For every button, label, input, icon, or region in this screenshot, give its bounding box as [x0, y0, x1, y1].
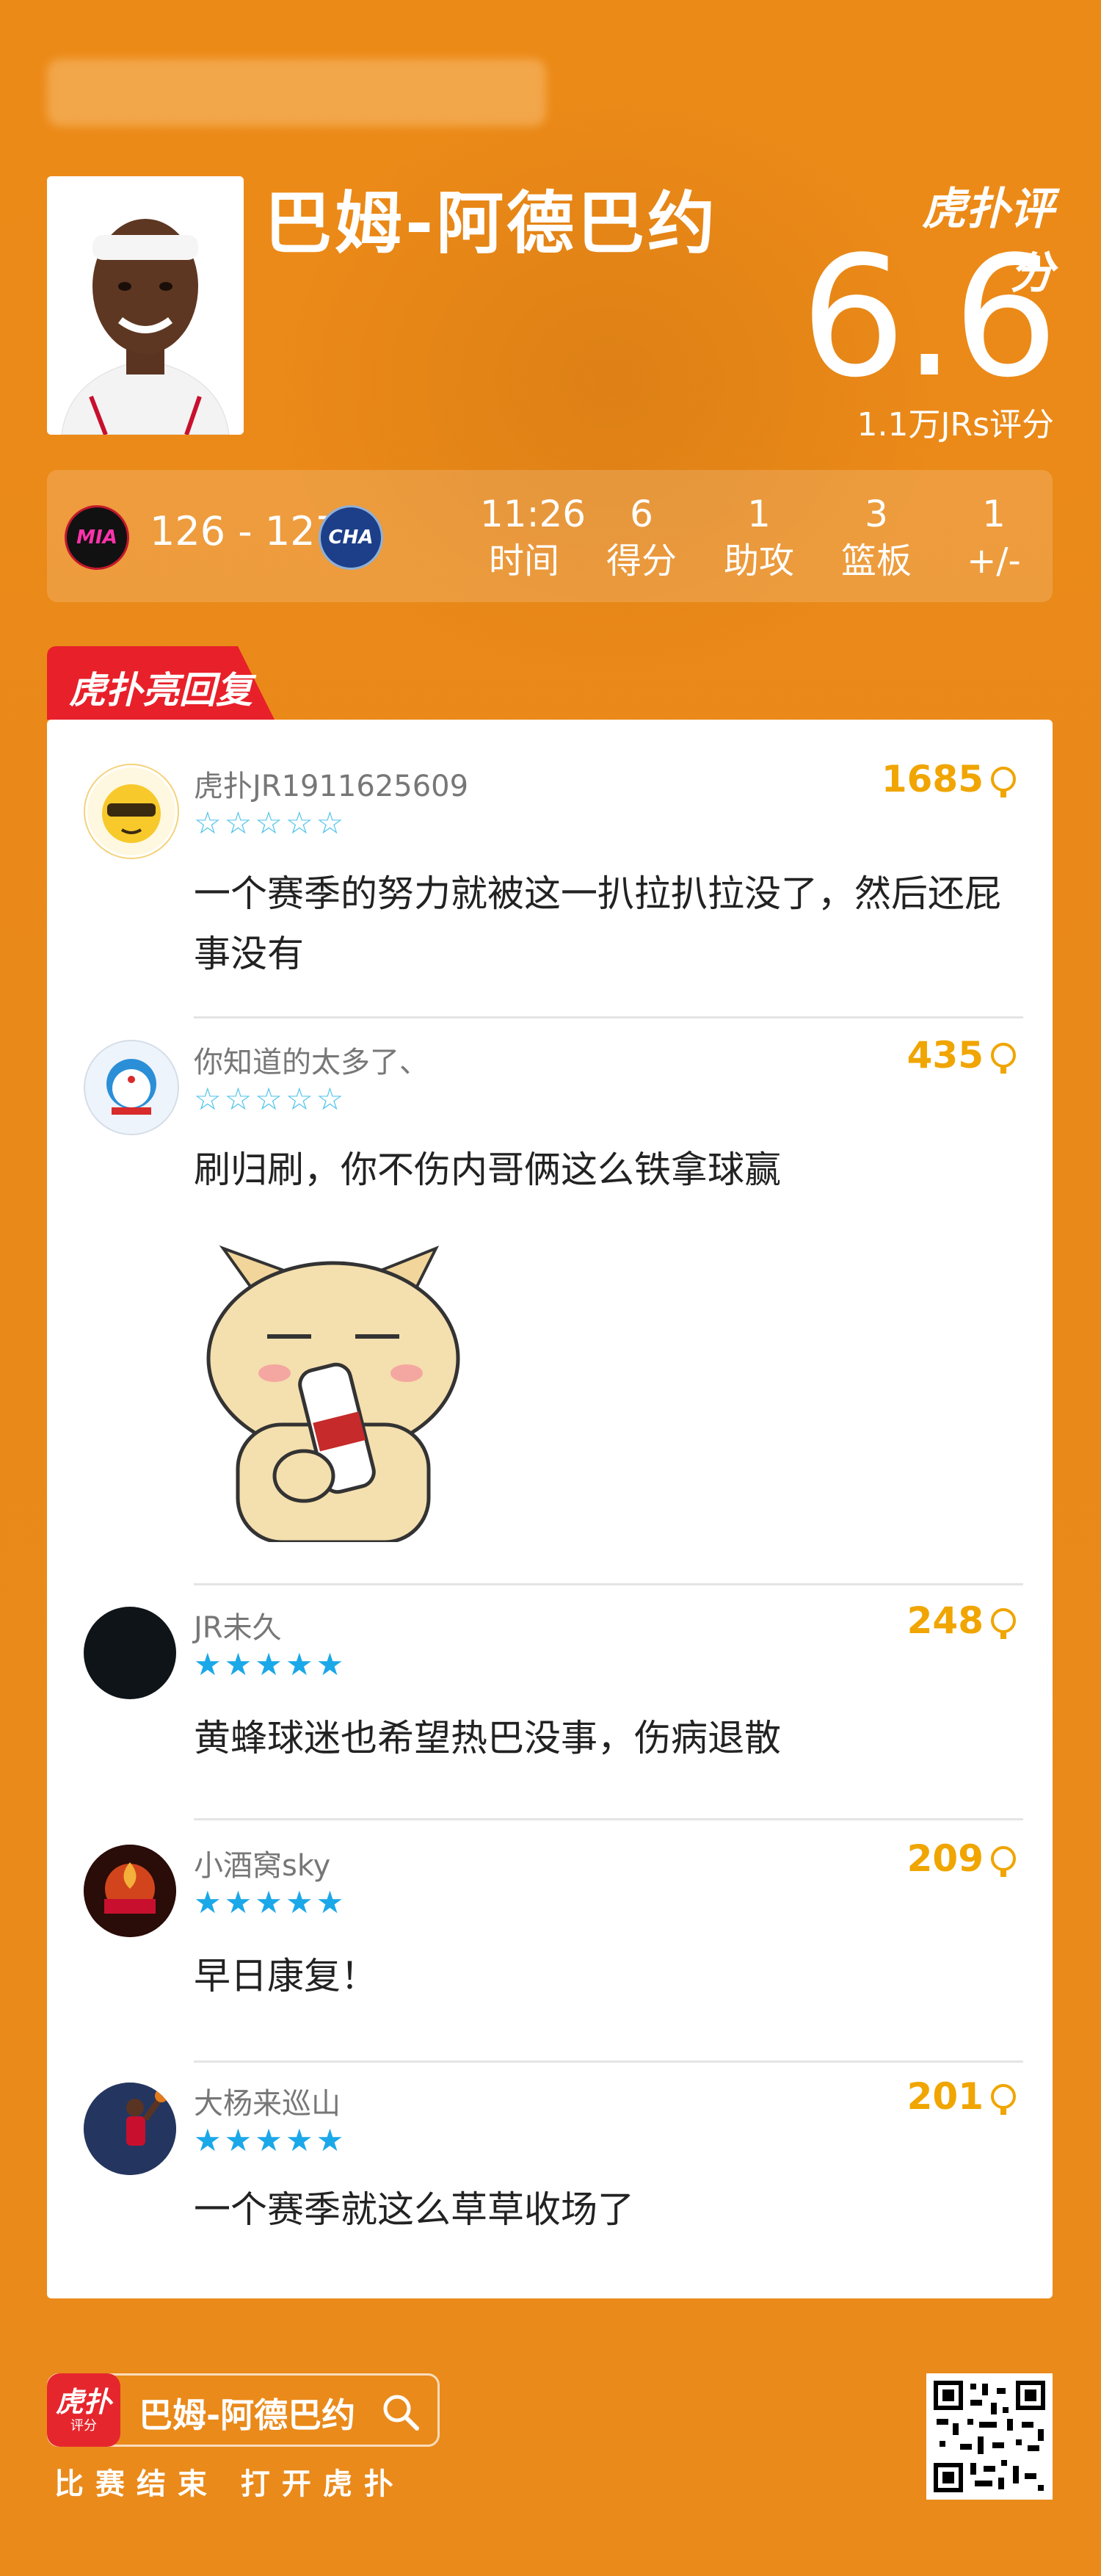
game-stats-bar: MIA 126 - 127 CHA 11:26 时间 6 得分 1 助攻 3 篮…: [47, 470, 1053, 602]
like-count[interactable]: 1685: [882, 758, 1016, 800]
lightbulb-icon: [991, 1608, 1016, 1639]
lightbulb-icon: [991, 767, 1016, 797]
sunglasses-cat-avatar[interactable]: [84, 764, 179, 859]
lightbulb-icon: [991, 1043, 1016, 1074]
doraemon-avatar[interactable]: [84, 1040, 179, 1135]
comment-username[interactable]: 虎扑JR1911625609: [194, 762, 468, 805]
stat-plus-minus: 1 +/-: [967, 493, 1021, 582]
comment-text: 一个赛季的努力就被这一扒拉扒拉没了，然后还屁事没有: [194, 872, 1001, 975]
user-rating-stars: ☆☆☆☆☆: [194, 1081, 347, 1117]
comment-username[interactable]: JR未久: [194, 1604, 282, 1646]
comment-item[interactable]: 你知道的太多了、 ☆☆☆☆☆ 435 刷归刷，你不伤内哥俩这么铁拿球赢: [47, 1021, 1053, 1586]
user-rating-stars: ★★★★★: [194, 2122, 347, 2158]
like-count[interactable]: 248: [907, 1599, 1016, 1642]
like-count[interactable]: 209: [907, 1837, 1016, 1880]
heat-logo-avatar[interactable]: [84, 1845, 176, 1937]
rating-count: 1.1万JRs评分: [857, 406, 1054, 444]
divider: [194, 1016, 1023, 1019]
comment-text: 刷归刷，你不伤内哥俩这么铁拿球赢: [194, 1148, 781, 1191]
divider: [194, 1583, 1023, 1585]
dark-avatar[interactable]: [84, 1607, 176, 1699]
comment-text: 一个赛季就这么草草收场了: [194, 2188, 634, 2231]
hupu-app-logo[interactable]: 虎扑 评分: [47, 2373, 120, 2447]
divider: [194, 1818, 1023, 1820]
player-photo: [47, 176, 244, 435]
comments-card: 虎扑JR1911625609 ☆☆☆☆☆ 1685 一个赛季的努力就被这一扒拉扒…: [47, 720, 1053, 2298]
like-count[interactable]: 435: [907, 1034, 1016, 1077]
comment-item[interactable]: 小酒窝sky ★★★★★ 209 早日康复！: [47, 1824, 1053, 2066]
lightbulb-icon: [991, 2084, 1016, 2115]
stat-points: 6 得分: [606, 493, 677, 582]
user-rating-stars: ★★★★★: [194, 1646, 347, 1682]
lightbulb-icon: [991, 1846, 1016, 1877]
hornets-team-logo: CHA: [319, 505, 383, 570]
highlight-replies-badge: 虎扑亮回复: [47, 646, 275, 720]
user-rating-stars: ★★★★★: [194, 1884, 347, 1920]
qr-code[interactable]: [926, 2373, 1053, 2500]
heat-team-logo: MIA: [65, 505, 129, 570]
comment-item[interactable]: JR未久 ★★★★★ 248 黄蜂球迷也希望热巴没事，伤病退散: [47, 1586, 1053, 1828]
comment-item[interactable]: 大杨来巡山 ★★★★★ 201 一个赛季就这么草草收场了: [47, 2062, 1053, 2298]
comment-username[interactable]: 小酒窝sky: [194, 1842, 330, 1884]
basketball-player-avatar[interactable]: [84, 2083, 176, 2175]
badge-label: 虎扑亮回复: [69, 669, 252, 712]
search-icon[interactable]: [379, 2390, 423, 2434]
comment-text: 黄蜂球迷也希望热巴没事，伤病退散: [194, 1717, 781, 1759]
user-rating-stars: ☆☆☆☆☆: [194, 805, 347, 841]
stat-assists: 1 助攻: [723, 493, 794, 582]
comment-username[interactable]: 你知道的太多了、: [194, 1038, 429, 1081]
stat-rebounds: 3 篮板: [840, 493, 912, 582]
footer-caption: 比赛结束 打开虎扑: [54, 2467, 405, 2501]
comment-username[interactable]: 大杨来巡山: [194, 2080, 341, 2122]
footer-search-text: 巴姆-阿德巴约: [139, 2395, 356, 2435]
comment-item[interactable]: 虎扑JR1911625609 ☆☆☆☆☆ 1685 一个赛季的努力就被这一扒拉扒…: [47, 720, 1053, 1019]
shiba-dog-drinking-sticker[interactable]: [194, 1234, 487, 1544]
rating-score: 6.6: [800, 221, 1058, 414]
comment-text: 早日康复！: [194, 1955, 377, 1997]
game-score: 126 - 127: [150, 508, 341, 554]
like-count[interactable]: 201: [907, 2075, 1016, 2118]
stat-minutes: 11:26 时间: [480, 493, 586, 582]
player-name: 巴姆-阿德巴约: [264, 184, 719, 263]
blurred-header-text: [47, 59, 546, 126]
